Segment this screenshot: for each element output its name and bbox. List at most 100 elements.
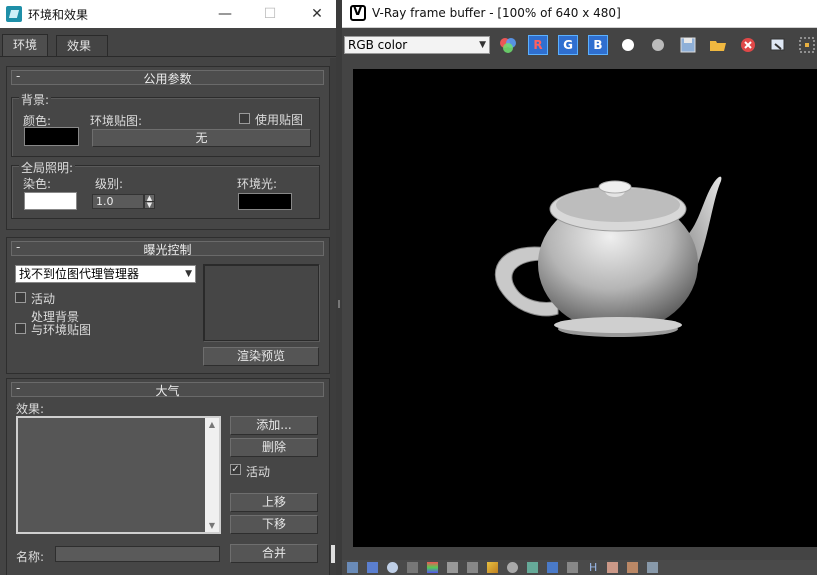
effects-list[interactable] (16, 416, 221, 534)
exposure-preview-box (203, 264, 319, 341)
green-channel-button[interactable]: G (558, 35, 578, 55)
delete-effect-button[interactable]: 删除 (230, 438, 318, 457)
vfb-titlebar[interactable]: V-Ray frame buffer - [100% of 640 x 480] (342, 0, 817, 28)
tint-label: 染色: (23, 177, 52, 191)
environment-effects-window: 环境和效果 — ☐ ✕ 环境 效果 - 公用参数 背景: 颜色: 环境贴图: 使… (0, 0, 342, 575)
atmosphere-active-label: 活动 (246, 465, 271, 479)
move-up-button[interactable]: 上移 (230, 493, 318, 512)
process-bg-checkbox[interactable] (15, 323, 26, 334)
render-viewport[interactable] (353, 69, 817, 547)
pixel-aspect-icon[interactable] (627, 562, 638, 573)
use-map-checkbox[interactable] (239, 113, 250, 124)
background-group-label: 背景: (19, 91, 52, 108)
merge-button[interactable]: 合并 (230, 544, 318, 563)
lens-effects-icon[interactable] (647, 562, 658, 573)
window-title: 环境和效果 (28, 8, 89, 22)
ambient-color-swatch[interactable] (238, 193, 292, 210)
global-lighting-label: 全局照明: (19, 159, 76, 176)
color-correction-icon[interactable] (407, 562, 418, 573)
exposure-active-checkbox[interactable] (15, 292, 26, 303)
maximize-icon[interactable]: ☐ (255, 4, 285, 24)
curve-icon[interactable] (447, 562, 458, 573)
blue-channel-button[interactable]: B (588, 35, 608, 55)
move-down-button[interactable]: 下移 (230, 515, 318, 534)
channel-dropdown[interactable]: RGB color ▼ (344, 36, 490, 54)
compare-icon[interactable] (607, 562, 618, 573)
channel-dropdown-value: RGB color (348, 38, 408, 52)
env-map-button[interactable]: 无 (92, 129, 311, 147)
add-effect-button[interactable]: 添加... (230, 416, 318, 435)
color-channels-icon[interactable] (498, 35, 518, 55)
save-icon[interactable] (678, 35, 698, 55)
vfb-toolbar: RGB color ▼ R G B (342, 32, 817, 58)
use-map-label: 使用贴图 (255, 113, 304, 127)
atmosphere-rollout: - 大气 效果: ▲ ▼ 添加... 删除 ✓ 活动 上移 下移 名称: 合并 (6, 378, 330, 575)
h-icon[interactable]: H (589, 562, 600, 573)
scroll-up-icon[interactable]: ▲ (205, 420, 219, 429)
tab-environment[interactable]: 环境 (2, 34, 49, 56)
panel-scrollbar-thumb[interactable] (331, 545, 335, 563)
rollout-title: 公用参数 (143, 72, 192, 86)
exposure-control-rollout: - 曝光控制 找不到位图代理管理器 ▼ 活动 处理背景 与环境贴图 渲染预览 (6, 237, 330, 374)
env-titlebar[interactable]: 环境和效果 — ☐ ✕ (0, 0, 342, 28)
atmosphere-active-checkbox[interactable]: ✓ (230, 464, 241, 475)
3dsmax-app-icon (6, 6, 22, 22)
effects-list-scrollbar[interactable]: ▲ ▼ (205, 418, 219, 532)
vray-logo-icon (350, 4, 366, 21)
common-params-header[interactable]: - 公用参数 (11, 69, 324, 86)
render-preview-button[interactable]: 渲染预览 (203, 347, 319, 366)
spinner-down-icon[interactable]: ▼ (144, 201, 155, 209)
rollout-title: 大气 (155, 384, 180, 398)
copy-to-max-icon[interactable] (768, 35, 788, 55)
hist-icon[interactable] (547, 562, 558, 573)
red-channel-label: R (533, 38, 543, 52)
region-render-icon[interactable] (797, 35, 817, 55)
vray-frame-buffer-window: V-Ray frame buffer - [100% of 640 x 480]… (342, 0, 817, 575)
srgb-icon[interactable] (527, 562, 538, 573)
display-icon[interactable] (347, 562, 358, 573)
level-spinner-field[interactable]: 1.0 (92, 194, 144, 209)
exposure-icon[interactable] (467, 562, 478, 573)
levels-icon[interactable] (487, 562, 498, 573)
red-channel-button[interactable]: R (528, 35, 548, 55)
tab-divider (0, 56, 342, 57)
effect-name-field[interactable] (55, 546, 220, 562)
white-dot-icon[interactable] (618, 35, 638, 55)
process-bg-label: 处理背景 与环境贴图 (31, 311, 91, 337)
clear-icon[interactable] (738, 35, 758, 55)
exposure-active-label: 活动 (31, 292, 56, 306)
env-map-label: 环境贴图: (90, 114, 143, 128)
atmosphere-header[interactable]: - 大气 (11, 381, 324, 398)
vfb-status-bar: H (342, 560, 817, 575)
open-folder-icon[interactable] (708, 35, 728, 55)
tab-bar: 环境 效果 (0, 34, 342, 58)
stamp-icon[interactable] (567, 562, 578, 573)
lut-icon[interactable] (427, 562, 438, 573)
tab-effects[interactable]: 效果 (56, 35, 108, 57)
drag-handle-icon[interactable] (338, 300, 340, 308)
effects-label: 效果: (16, 402, 45, 416)
exposure-control-header[interactable]: - 曝光控制 (11, 240, 324, 257)
exposure-type-dropdown[interactable]: 找不到位图代理管理器 ▼ (15, 265, 196, 283)
background-color-swatch[interactable] (24, 127, 79, 146)
common-params-rollout: - 公用参数 背景: 颜色: 环境贴图: 使用贴图 无 全局照明: 染色: 级别… (6, 66, 330, 230)
rollout-title: 曝光控制 (143, 243, 192, 257)
ocio-icon[interactable] (507, 562, 518, 573)
chevron-down-icon: ▼ (479, 40, 486, 50)
teapot-render (494, 176, 722, 337)
process-bg-label-line2: 与环境贴图 (31, 323, 92, 337)
scroll-down-icon[interactable]: ▼ (205, 521, 219, 530)
track-mouse-icon[interactable] (367, 562, 378, 573)
green-channel-label: G (563, 38, 573, 52)
ambient-label: 环境光: (237, 177, 278, 191)
gray-dot-icon[interactable] (648, 35, 668, 55)
dropdown-value: 找不到位图代理管理器 (19, 267, 140, 281)
tint-color-swatch[interactable] (24, 192, 77, 210)
minimize-icon[interactable]: — (210, 4, 240, 24)
level-label: 级别: (95, 177, 124, 191)
close-icon[interactable]: ✕ (302, 4, 332, 24)
vfb-title: V-Ray frame buffer - [100% of 640 x 480] (372, 6, 621, 20)
blue-channel-label: B (593, 38, 603, 52)
info-icon[interactable] (387, 562, 398, 573)
chevron-down-icon: ▼ (185, 269, 192, 279)
